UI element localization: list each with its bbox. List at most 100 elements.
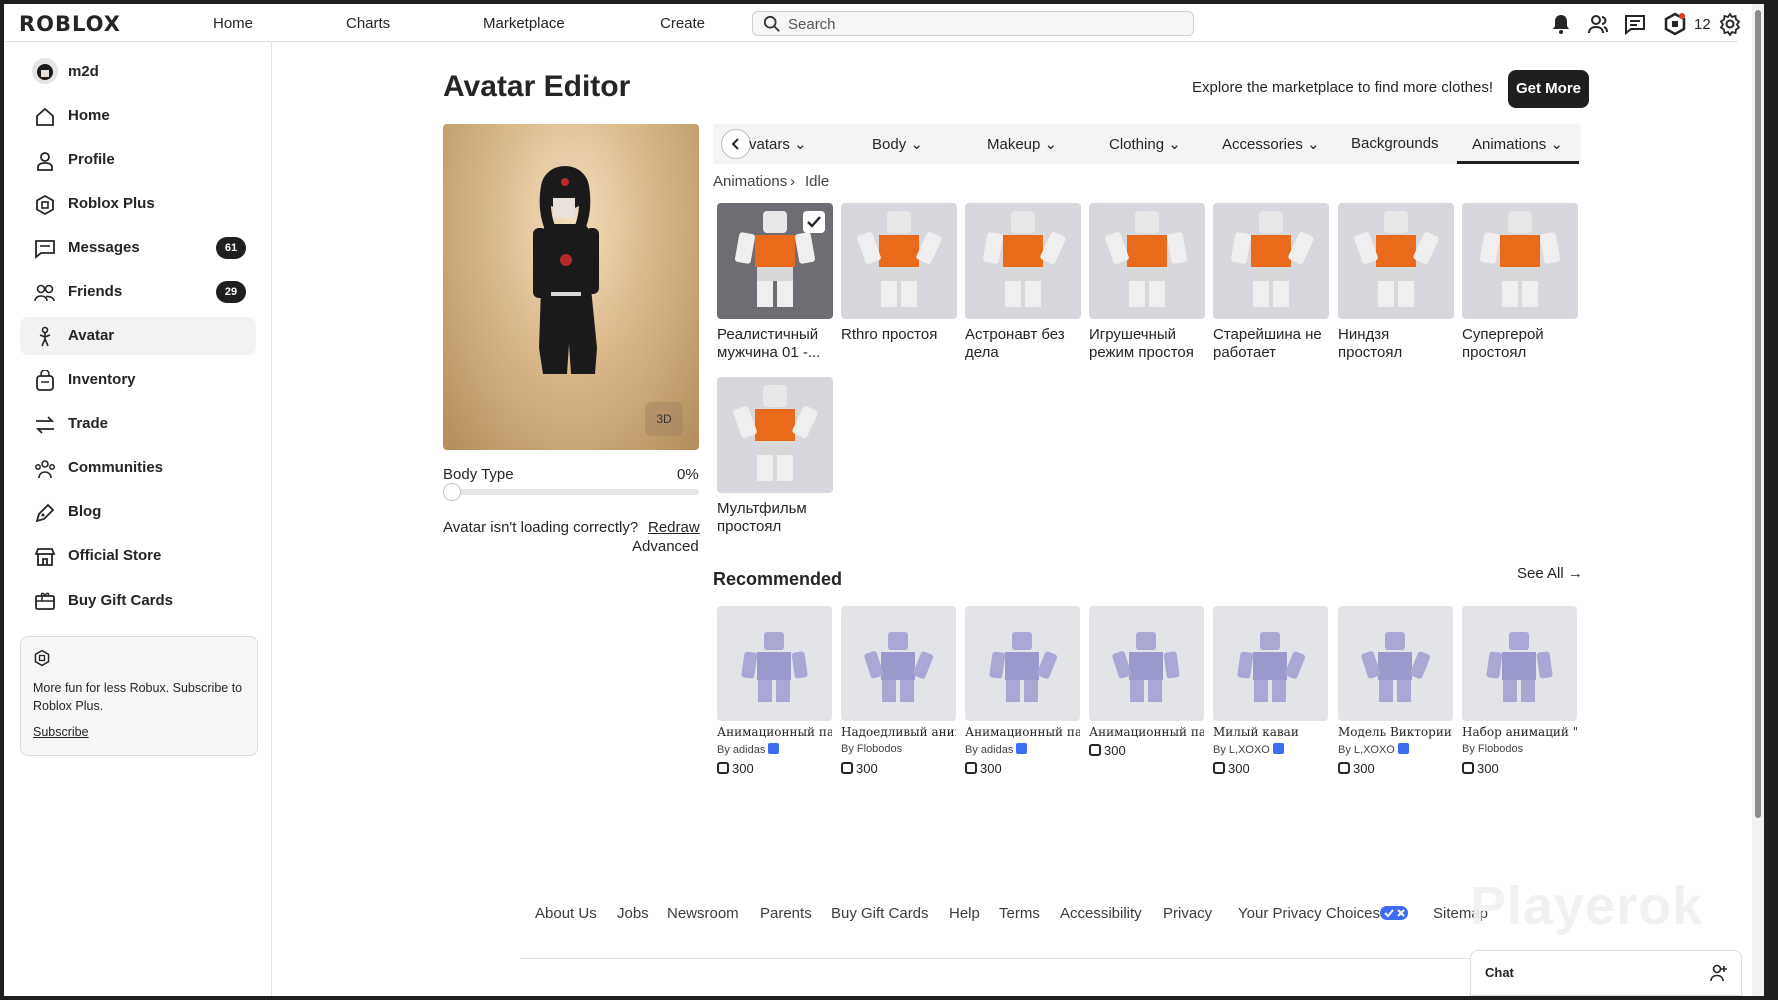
advanced-link[interactable]: Advanced	[632, 538, 699, 555]
footer-privacy[interactable]: Privacy	[1163, 905, 1212, 922]
recommended-item-name[interactable]: Милый каваи	[1213, 725, 1328, 739]
footer-about-us[interactable]: About Us	[535, 905, 597, 922]
tab-makeup[interactable]: Makeup ⌄	[987, 135, 1057, 153]
recommended-item-card[interactable]: Анимационный пакет 300	[1089, 606, 1204, 758]
tab-animations[interactable]: Animations ⌄	[1472, 135, 1563, 153]
get-more-button[interactable]: Get More	[1508, 70, 1589, 108]
recommended-item-card[interactable]: Набор анимаций "Ми By Flobodos 300	[1462, 606, 1577, 776]
animation-item-card[interactable]: Rthro простоя	[841, 203, 957, 344]
tab-accessories[interactable]: Accessories ⌄	[1222, 135, 1320, 153]
see-all-link[interactable]: See All →	[1517, 565, 1583, 582]
nav-marketplace[interactable]: Marketplace	[483, 15, 565, 32]
friends-icon[interactable]	[1586, 12, 1610, 36]
sidebar-item-buy-gift-cards[interactable]: Buy Gift Cards	[20, 582, 256, 620]
sidebar-item-blog[interactable]: Blog	[20, 493, 256, 531]
nav-create[interactable]: Create	[660, 15, 705, 32]
animation-item-thumbnail[interactable]	[717, 203, 833, 319]
sidebar-item-friends[interactable]: Friends 29	[20, 273, 256, 311]
recommended-item-card[interactable]: Анимационный пакет By adidas 300	[965, 606, 1080, 776]
animation-item-card[interactable]: Ниндзя простоял	[1338, 203, 1454, 362]
breadcrumb-animations[interactable]: Animations	[713, 173, 787, 190]
recommended-item-name[interactable]: Анимационный пакет	[965, 725, 1080, 739]
recommended-item-name[interactable]: Анимационный пакет	[1089, 725, 1204, 739]
animation-item-thumbnail[interactable]	[717, 377, 833, 493]
add-friend-icon[interactable]	[1709, 963, 1729, 983]
sidebar-item-official-store[interactable]: Official Store	[20, 537, 256, 575]
animation-item-thumbnail[interactable]	[841, 203, 957, 319]
body-type-slider-handle[interactable]	[443, 483, 461, 501]
animation-item-thumbnail[interactable]	[1338, 203, 1454, 319]
tab-clothing[interactable]: Clothing ⌄	[1109, 135, 1181, 153]
animation-item-name[interactable]: Старейшина не работает	[1213, 326, 1329, 362]
subscribe-link[interactable]: Subscribe	[33, 725, 89, 739]
recommended-item-thumbnail[interactable]	[1089, 606, 1204, 721]
recommended-item-thumbnail[interactable]	[1213, 606, 1328, 721]
recommended-item-card[interactable]: Модель Виктории By L,XOXO 300	[1338, 606, 1453, 776]
footer-terms[interactable]: Terms	[999, 905, 1040, 922]
creator-name[interactable]: L,XOXO	[1354, 744, 1395, 756]
recommended-item-card[interactable]: Анимационный пакет By adidas 300	[717, 606, 832, 776]
tabs-scroll-left-button[interactable]	[721, 129, 751, 159]
recommended-item-name[interactable]: Надоедливый анимация	[841, 725, 956, 739]
sidebar-user[interactable]: m2d	[20, 53, 256, 91]
tab-backgrounds[interactable]: Backgrounds	[1351, 135, 1439, 152]
animation-item-name[interactable]: Мультфильм простоял	[717, 500, 833, 536]
toggle-3d-button[interactable]: 3D	[645, 402, 683, 436]
chat-messages-icon[interactable]	[1623, 12, 1647, 36]
creator-name[interactable]: Flobodos	[857, 743, 902, 755]
body-type-slider[interactable]	[443, 489, 699, 495]
creator-name[interactable]: adidas	[981, 744, 1013, 756]
animation-item-thumbnail[interactable]	[965, 203, 1081, 319]
animation-item-card[interactable]: Игрушечный режим простоя	[1089, 203, 1205, 362]
animation-item-name[interactable]: Rthro простоя	[841, 326, 957, 344]
sidebar-item-home[interactable]: Home	[20, 97, 256, 135]
roblox-logo[interactable]: ROBLOX	[19, 12, 121, 36]
tab-avatars[interactable]: vatars ⌄	[749, 135, 807, 153]
recommended-item-thumbnail[interactable]	[965, 606, 1080, 721]
animation-item-card[interactable]: Супергерой простоял	[1462, 203, 1578, 362]
recommended-item-thumbnail[interactable]	[717, 606, 832, 721]
recommended-item-thumbnail[interactable]	[841, 606, 956, 721]
search-input[interactable]: Search	[752, 11, 1194, 36]
sidebar-item-roblox-plus[interactable]: Roblox Plus	[20, 185, 256, 223]
tab-body[interactable]: Body ⌄	[872, 135, 923, 153]
animation-item-thumbnail[interactable]	[1089, 203, 1205, 319]
sidebar-item-inventory[interactable]: Inventory	[20, 361, 256, 399]
robux-balance[interactable]: 12	[1694, 16, 1711, 33]
animation-item-name[interactable]: Реалистичный мужчина 01 -...	[717, 326, 833, 362]
footer-jobs[interactable]: Jobs	[617, 905, 649, 922]
animation-item-card[interactable]: Мультфильм простоял	[717, 377, 833, 536]
sidebar-item-avatar[interactable]: Avatar	[20, 317, 256, 355]
animation-item-thumbnail[interactable]	[1213, 203, 1329, 319]
chat-widget[interactable]: Chat	[1470, 950, 1742, 996]
recommended-item-name[interactable]: Модель Виктории	[1338, 725, 1453, 739]
nav-charts[interactable]: Charts	[346, 15, 390, 32]
nav-home[interactable]: Home	[213, 15, 253, 32]
sidebar-item-communities[interactable]: Communities	[20, 449, 256, 487]
footer-newsroom[interactable]: Newsroom	[667, 905, 739, 922]
creator-name[interactable]: Flobodos	[1478, 743, 1523, 755]
animation-item-card[interactable]: Старейшина не работает	[1213, 203, 1329, 362]
footer-privacy-choices[interactable]: Your Privacy Choices	[1238, 905, 1409, 922]
scrollbar-thumb[interactable]	[1755, 10, 1761, 818]
avatar-preview[interactable]: 3D	[443, 124, 699, 450]
animation-item-card[interactable]: Реалистичный мужчина 01 -...	[717, 203, 833, 362]
sidebar-item-profile[interactable]: Profile	[20, 141, 256, 179]
footer-accessibility[interactable]: Accessibility	[1060, 905, 1142, 922]
animation-item-card[interactable]: Астронавт без дела	[965, 203, 1081, 362]
animation-item-name[interactable]: Супергерой простоял	[1462, 326, 1578, 362]
recommended-item-thumbnail[interactable]	[1338, 606, 1453, 721]
settings-gear-icon[interactable]	[1718, 12, 1742, 36]
animation-item-name[interactable]: Игрушечный режим простоя	[1089, 326, 1205, 362]
recommended-item-card[interactable]: Надоедливый анимация By Flobodos 300	[841, 606, 956, 776]
robux-icon[interactable]	[1663, 12, 1687, 36]
animation-item-thumbnail[interactable]	[1462, 203, 1578, 319]
animation-item-name[interactable]: Астронавт без дела	[965, 326, 1081, 362]
notifications-bell-icon[interactable]	[1549, 12, 1573, 36]
footer-buy-gift-cards[interactable]: Buy Gift Cards	[831, 905, 929, 922]
redraw-link[interactable]: Redraw	[648, 519, 700, 536]
creator-name[interactable]: adidas	[733, 744, 765, 756]
animation-item-name[interactable]: Ниндзя простоял	[1338, 326, 1454, 362]
sidebar-item-trade[interactable]: Trade	[20, 405, 256, 443]
sidebar-item-messages[interactable]: Messages 61	[20, 229, 256, 267]
